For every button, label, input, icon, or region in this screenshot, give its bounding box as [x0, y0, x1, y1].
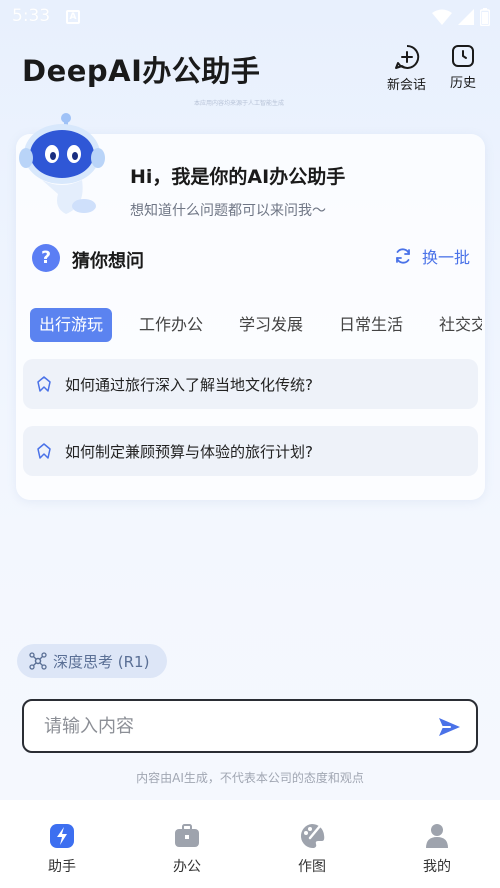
status-icons	[432, 8, 490, 26]
chat-input[interactable]	[44, 715, 404, 737]
tab-work[interactable]: 工作办公	[139, 308, 203, 342]
category-tabs: 出行游玩 工作办公 学习发展 日常生活 社交交	[22, 308, 482, 342]
app-title: DeepAI办公助手	[22, 54, 261, 88]
app-subtitle: 本应用内容均来源于人工智能生成	[194, 100, 285, 107]
refresh-icon	[396, 248, 410, 264]
tab-daily-life[interactable]: 日常生活	[339, 308, 403, 342]
deep-think-toggle[interactable]: 深度思考 (R1)	[17, 644, 167, 678]
sparkle-icon	[37, 443, 51, 459]
send-icon[interactable]	[436, 714, 462, 740]
bottom-nav: 助手 办公 作图 我的	[0, 800, 500, 888]
new-chat-button[interactable]: 新会话	[387, 44, 426, 93]
nav-label: 助手	[48, 859, 76, 875]
greeting-subtitle: 想知道什么问题都可以来问我～	[130, 203, 326, 219]
status-bar: 5:33 A	[0, 0, 500, 36]
new-chat-label: 新会话	[387, 78, 427, 93]
disclaimer-text: 内容由AI生成，不代表本公司的态度和观点	[136, 771, 364, 785]
palette-icon	[300, 823, 325, 849]
chat-input-container	[22, 699, 478, 753]
guess-title: 猜你想问	[72, 251, 144, 272]
nav-draw[interactable]: 作图	[277, 822, 347, 876]
wifi-icon	[432, 9, 452, 25]
question-text: 如何通过旅行深入了解当地文化传统?	[65, 375, 313, 394]
signal-icon	[458, 9, 474, 25]
question-text: 如何制定兼顾预算与体验的旅行计划?	[65, 442, 313, 461]
question-icon: ?	[32, 244, 60, 272]
nav-label: 办公	[173, 859, 201, 875]
plus-circle-icon	[394, 44, 419, 69]
nav-office[interactable]: 办公	[152, 822, 222, 876]
briefcase-icon	[175, 824, 199, 847]
refresh-button[interactable]: 换一批	[394, 244, 470, 268]
person-icon	[426, 824, 448, 848]
sparkle-icon	[37, 376, 51, 392]
nav-label: 我的	[423, 859, 451, 875]
suggested-question[interactable]: 如何通过旅行深入了解当地文化传统?	[23, 359, 478, 409]
network-icon	[29, 652, 47, 670]
nav-label: 作图	[298, 859, 326, 875]
greeting-title: Hi，我是你的AI办公助手	[130, 166, 346, 188]
deep-think-label: 深度思考 (R1)	[53, 652, 150, 671]
tab-study[interactable]: 学习发展	[239, 308, 303, 342]
history-label: 历史	[450, 76, 477, 91]
tab-social[interactable]: 社交交	[439, 308, 482, 342]
status-time: 5:33	[12, 6, 51, 26]
suggested-question[interactable]: 如何制定兼顾预算与体验的旅行计划?	[23, 426, 478, 476]
lightning-icon	[50, 824, 74, 848]
nav-assistant[interactable]: 助手	[27, 822, 97, 876]
robot-mascot-icon	[19, 113, 105, 214]
nav-profile[interactable]: 我的	[402, 822, 472, 876]
clock-icon	[452, 45, 474, 67]
notification-icon: A	[66, 10, 80, 24]
history-button[interactable]: 历史	[450, 44, 476, 91]
refresh-label: 换一批	[422, 248, 471, 267]
battery-icon	[480, 8, 490, 26]
tab-travel[interactable]: 出行游玩	[30, 308, 113, 342]
